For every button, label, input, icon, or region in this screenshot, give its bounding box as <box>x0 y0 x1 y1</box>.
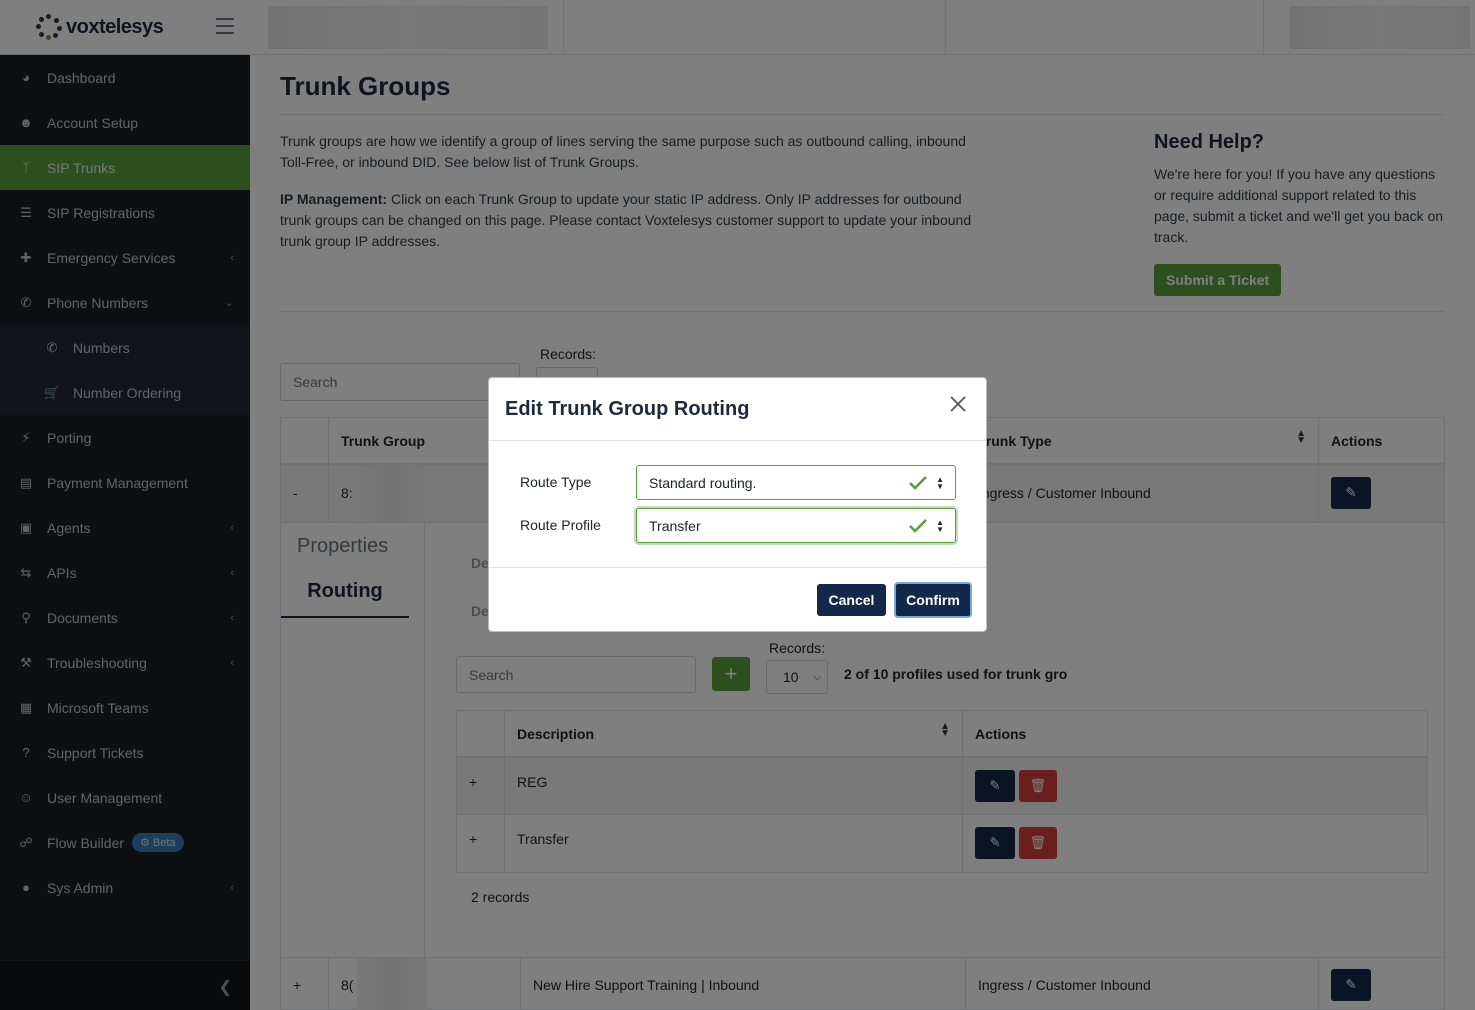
modal-body: Route Type Route Profile Standard routin… <box>489 441 986 568</box>
route-profile-select[interactable]: Transfer ▲ ▼ <box>636 508 956 543</box>
route-type-label: Route Type <box>520 474 592 490</box>
checkmark-icon <box>909 476 927 490</box>
route-type-select-value: Standard routing. <box>649 474 757 491</box>
close-icon[interactable] <box>948 394 968 414</box>
modal-footer: Cancel Confirm <box>489 568 986 631</box>
route-profile-select-value: Transfer <box>649 517 701 534</box>
route-profile-label: Route Profile <box>520 517 601 533</box>
edit-routing-modal: Edit Trunk Group Routing Route Type Rout… <box>488 377 987 632</box>
route-type-select[interactable]: Standard routing. ▲ ▼ <box>636 465 956 500</box>
confirm-button[interactable]: Confirm <box>894 582 972 618</box>
modal-title: Edit Trunk Group Routing <box>505 398 750 420</box>
select-arrows-icon: ▲ ▼ <box>936 475 944 491</box>
cancel-button[interactable]: Cancel <box>817 584 886 616</box>
modal-header: Edit Trunk Group Routing <box>489 378 986 441</box>
select-arrows-icon: ▲ ▼ <box>936 518 944 534</box>
checkmark-icon <box>909 519 927 533</box>
